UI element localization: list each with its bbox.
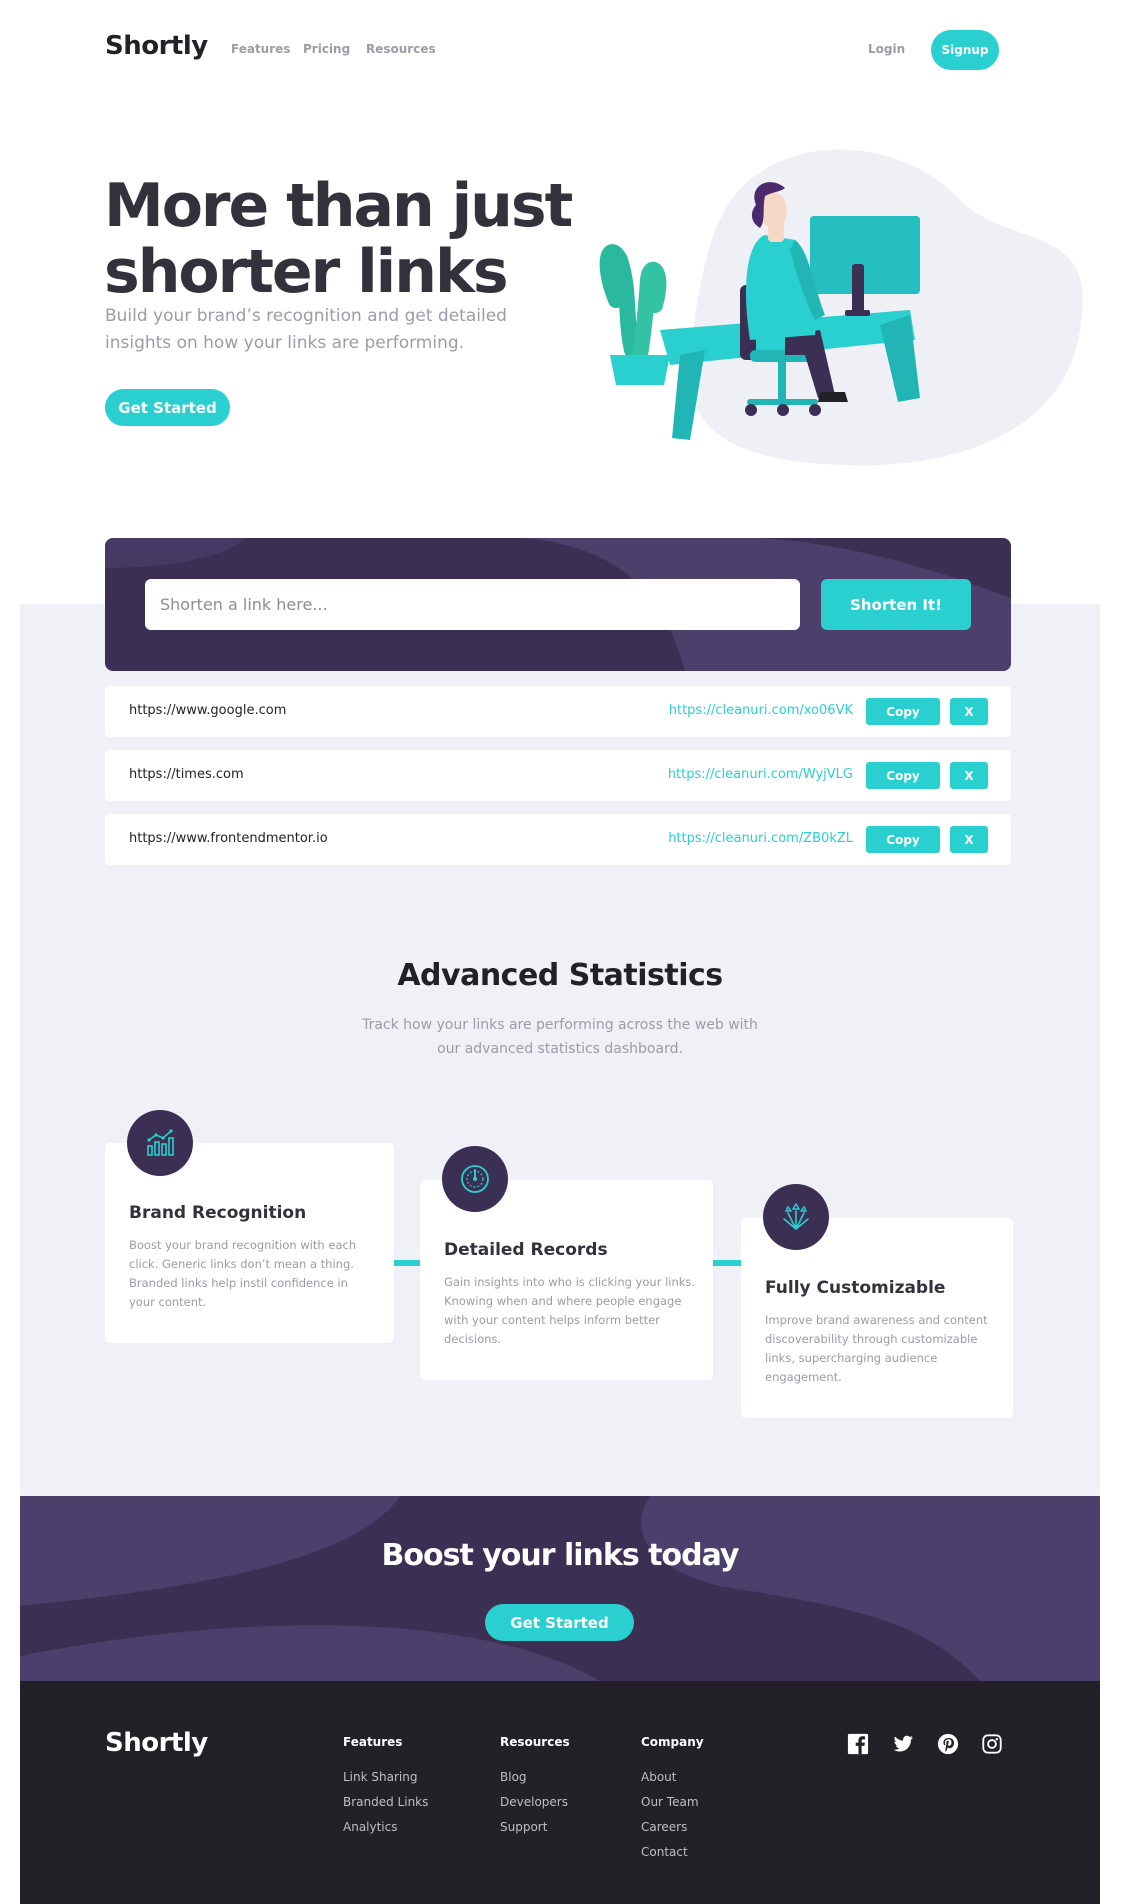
card-text-line: your content. [129, 1295, 207, 1309]
hero-get-started-button[interactable]: Get Started [105, 389, 230, 426]
result-original-url: https://www.frontendmentor.io [129, 831, 328, 846]
card-text: Improve brand awareness and content disc… [765, 1311, 1005, 1387]
stats-subtitle: Track how your links are performing acro… [0, 1013, 1120, 1061]
card-text-line: with your content helps inform better [444, 1313, 660, 1327]
shorten-input[interactable] [145, 579, 800, 630]
twitter-icon[interactable] [892, 1733, 914, 1755]
footer-link-analytics[interactable]: Analytics [343, 1820, 398, 1834]
hero-title-line1: More than just [104, 171, 573, 241]
card-title: Fully Customizable [765, 1278, 946, 1298]
remove-button[interactable]: X [950, 762, 988, 789]
card-text-line: Boost your brand recognition with each [129, 1238, 357, 1252]
result-original-url: https://times.com [129, 767, 244, 782]
cards-connector [394, 1260, 420, 1266]
nav-pricing[interactable]: Pricing [303, 42, 350, 56]
boost-bg-shape [20, 1496, 1100, 1681]
footer-link-developers[interactable]: Developers [500, 1795, 568, 1809]
footer-link-contact[interactable]: Contact [641, 1845, 688, 1859]
detailed-records-icon [442, 1146, 508, 1212]
boost-section: Boost your links today Get Started [20, 1496, 1100, 1681]
remove-button[interactable]: X [950, 698, 988, 725]
footer-link-support[interactable]: Support [500, 1820, 547, 1834]
footer-heading-features: Features [343, 1735, 403, 1749]
card-text-line: Improve brand awareness and content [765, 1313, 988, 1327]
card-text-line: Branded links help instil confidence in [129, 1276, 348, 1290]
stats-title: Advanced Statistics [397, 958, 723, 993]
footer-link-about[interactable]: About [641, 1770, 676, 1784]
copy-button[interactable]: Copy [866, 698, 940, 725]
card-text-line: discoverability through customizable [765, 1332, 978, 1346]
fully-customizable-icon [763, 1184, 829, 1250]
footer-link-branded-links[interactable]: Branded Links [343, 1795, 428, 1809]
shorten-form: Shorten It! [105, 538, 1011, 671]
card-text-line: links, supercharging audience [765, 1351, 938, 1365]
hero-subtitle-line2: insights on how your links are performin… [105, 333, 465, 353]
card-text: Boost your brand recognition with each c… [129, 1236, 379, 1312]
card-text-line: engagement. [765, 1370, 842, 1384]
stats-subtitle-line1: Track how your links are performing acro… [362, 1017, 758, 1033]
cards-connector [713, 1260, 741, 1266]
footer-heading-resources: Resources [500, 1735, 570, 1749]
hero-subtitle: Build your brand’s recognition and get d… [105, 303, 507, 357]
result-short-url[interactable]: https://cleanuri.com/ZB0kZL [668, 831, 853, 846]
result-row: https://www.frontendmentor.io https://cl… [105, 814, 1011, 865]
working-illustration [599, 149, 1083, 466]
hero-title-line2: shorter links [104, 237, 509, 307]
stats-subtitle-line2: our advanced statistics dashboard. [437, 1041, 683, 1057]
nav-resources[interactable]: Resources [366, 42, 436, 56]
footer-link-careers[interactable]: Careers [641, 1820, 687, 1834]
footer-heading-company: Company [641, 1735, 704, 1749]
footer-logo[interactable]: Shortly [105, 1728, 208, 1758]
feature-card-fully-customizable: Fully Customizable Improve brand awarene… [741, 1218, 1013, 1418]
nav-features[interactable]: Features [231, 42, 290, 56]
logo[interactable]: Shortly [105, 31, 208, 61]
footer: Shortly Features Link Sharing Branded Li… [20, 1681, 1100, 1904]
card-text: Gain insights into who is clicking your … [444, 1273, 706, 1349]
footer-link-blog[interactable]: Blog [500, 1770, 527, 1784]
result-short-url[interactable]: https://cleanuri.com/xo06VK [669, 703, 853, 718]
brand-recognition-icon [127, 1110, 193, 1176]
footer-link-our-team[interactable]: Our Team [641, 1795, 699, 1809]
footer-link-link-sharing[interactable]: Link Sharing [343, 1770, 417, 1784]
shorten-button[interactable]: Shorten It! [821, 579, 971, 630]
card-text-line: Knowing when and where people engage [444, 1294, 682, 1308]
result-short-url[interactable]: https://cleanuri.com/WyjVLG [668, 767, 853, 782]
result-row: https://www.google.com https://cleanuri.… [105, 686, 1011, 737]
card-text-line: decisions. [444, 1332, 502, 1346]
remove-button[interactable]: X [950, 826, 988, 853]
copy-button[interactable]: Copy [866, 826, 940, 853]
signup-button[interactable]: Signup [931, 30, 999, 70]
copy-button[interactable]: Copy [866, 762, 940, 789]
hero-title: More than just shorter links [104, 171, 573, 307]
pinterest-icon[interactable] [937, 1733, 959, 1755]
boost-get-started-button[interactable]: Get Started [485, 1604, 634, 1641]
card-title: Brand Recognition [129, 1203, 307, 1223]
card-text-line: Gain insights into who is clicking your … [444, 1275, 696, 1289]
instagram-icon[interactable] [981, 1733, 1003, 1755]
card-title: Detailed Records [444, 1240, 608, 1260]
facebook-icon[interactable] [847, 1733, 869, 1755]
result-row: https://times.com https://cleanuri.com/W… [105, 750, 1011, 801]
card-text-line: click. Generic links don’t mean a thing. [129, 1257, 354, 1271]
boost-title: Boost your links today [381, 1538, 740, 1573]
login-link[interactable]: Login [868, 42, 905, 56]
hero-subtitle-line1: Build your brand’s recognition and get d… [105, 306, 507, 326]
result-original-url: https://www.google.com [129, 703, 287, 718]
